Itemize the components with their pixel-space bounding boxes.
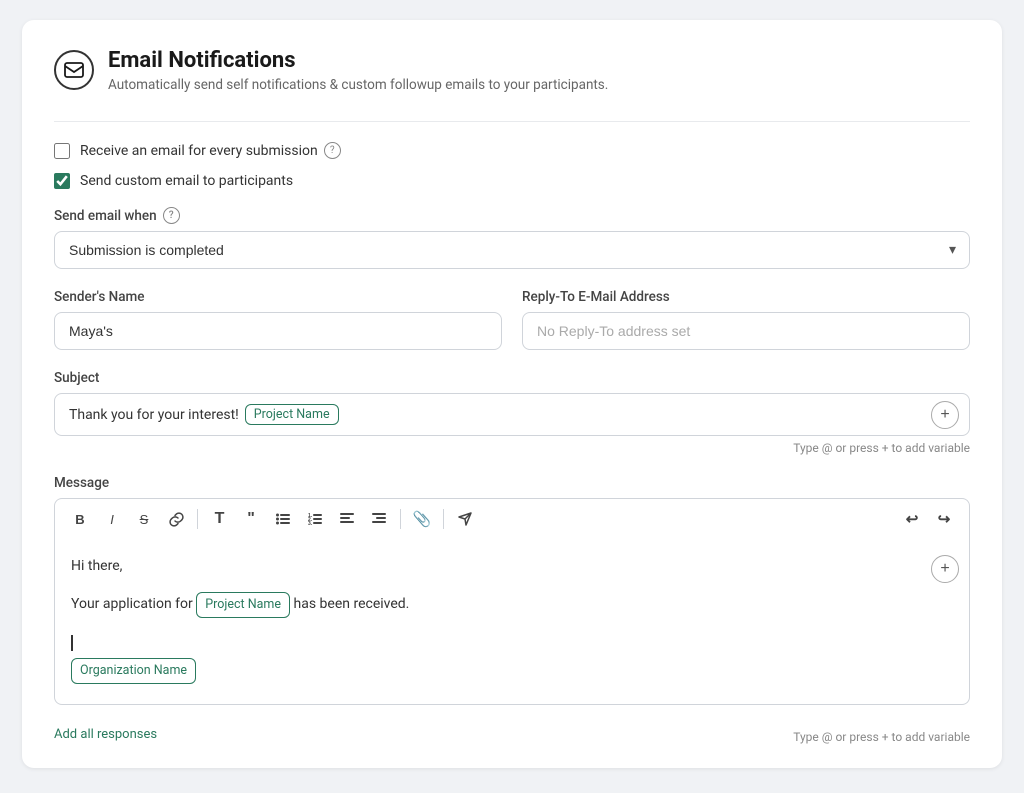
- send-email-button[interactable]: [450, 505, 480, 533]
- subject-hint: Type @ or press + to add variable: [54, 441, 970, 455]
- sender-name-input[interactable]: [54, 312, 502, 350]
- send-when-help-icon[interactable]: ?: [163, 207, 180, 224]
- svg-text:3.: 3.: [308, 521, 313, 525]
- unordered-list-button[interactable]: [268, 505, 298, 533]
- sender-replyto-row: Sender's Name Reply-To E-Mail Address: [54, 289, 970, 350]
- heading-button[interactable]: T: [204, 505, 234, 533]
- message-line-4: Organization Name: [71, 658, 925, 684]
- reply-to-label: Reply-To E-Mail Address: [522, 289, 970, 305]
- add-all-responses-link[interactable]: Add all responses: [54, 727, 157, 742]
- submission-checkbox-row: Receive an email for every submission ?: [54, 142, 970, 159]
- bold-button[interactable]: B: [65, 505, 95, 533]
- page-subtitle: Automatically send self notifications & …: [108, 77, 608, 93]
- sender-name-group: Sender's Name: [54, 289, 502, 350]
- send-when-select-wrapper: Submission is completed Submission is ap…: [54, 231, 970, 269]
- text-cursor: [71, 635, 73, 651]
- page-title: Email Notifications: [108, 48, 608, 74]
- toolbar-sep-2: [400, 509, 401, 529]
- quote-button[interactable]: ": [236, 505, 266, 533]
- submission-checkbox-label[interactable]: Receive an email for every submission ?: [80, 142, 341, 159]
- submission-help-icon[interactable]: ?: [324, 142, 341, 159]
- ordered-list-button[interactable]: 1. 2. 3.: [300, 505, 330, 533]
- align-right-button[interactable]: [364, 505, 394, 533]
- message-group: Message B I S T ": [54, 475, 970, 705]
- message-toolbar: B I S T ": [54, 498, 970, 539]
- undo-button[interactable]: ↩: [897, 505, 927, 533]
- subject-field[interactable]: Thank you for your interest! Project Nam…: [54, 393, 970, 436]
- custom-email-checkbox[interactable]: [54, 173, 70, 189]
- message-line-2: Your application for Project Name has be…: [71, 592, 925, 618]
- link-button[interactable]: [161, 505, 191, 533]
- message-line-3: [71, 632, 925, 654]
- strikethrough-button[interactable]: S: [129, 505, 159, 533]
- reply-to-input[interactable]: [522, 312, 970, 350]
- toolbar-sep-3: [443, 509, 444, 529]
- undo-redo-group: ↩ ↪: [897, 505, 959, 533]
- subject-text: Thank you for your interest!: [69, 407, 239, 423]
- message-line-1: Hi there,: [71, 555, 925, 577]
- submission-checkbox[interactable]: [54, 143, 70, 159]
- message-variable-org[interactable]: Organization Name: [71, 658, 196, 684]
- italic-button[interactable]: I: [97, 505, 127, 533]
- custom-email-checkbox-row: Send custom email to participants: [54, 173, 970, 189]
- message-label: Message: [54, 475, 970, 491]
- send-when-label: Send email when ?: [54, 207, 970, 224]
- custom-email-checkbox-label[interactable]: Send custom email to participants: [80, 173, 293, 189]
- toolbar-sep-1: [197, 509, 198, 529]
- message-bottom-row: Add all responses Type @ or press + to a…: [54, 725, 970, 744]
- send-when-select[interactable]: Submission is completed Submission is ap…: [54, 231, 970, 269]
- align-left-button[interactable]: [332, 505, 362, 533]
- subject-add-variable-button[interactable]: +: [931, 401, 959, 429]
- subject-group: Subject Thank you for your interest! Pro…: [54, 370, 970, 455]
- redo-button[interactable]: ↪: [929, 505, 959, 533]
- header-text: Email Notifications Automatically send s…: [108, 48, 608, 93]
- send-when-group: Send email when ? Submission is complete…: [54, 207, 970, 269]
- message-body[interactable]: + Hi there, Your application for Project…: [54, 539, 970, 705]
- email-notifications-header: Email Notifications Automatically send s…: [54, 48, 970, 93]
- email-icon: [54, 50, 94, 90]
- subject-label: Subject: [54, 370, 970, 386]
- subject-variable-tag[interactable]: Project Name: [245, 404, 339, 425]
- message-variable-project[interactable]: Project Name: [196, 592, 290, 618]
- message-hint: Type @ or press + to add variable: [793, 730, 970, 744]
- message-add-variable-button[interactable]: +: [931, 555, 959, 583]
- reply-to-group: Reply-To E-Mail Address: [522, 289, 970, 350]
- sender-name-label: Sender's Name: [54, 289, 502, 305]
- divider: [54, 121, 970, 122]
- attachment-button[interactable]: 📎: [407, 505, 437, 533]
